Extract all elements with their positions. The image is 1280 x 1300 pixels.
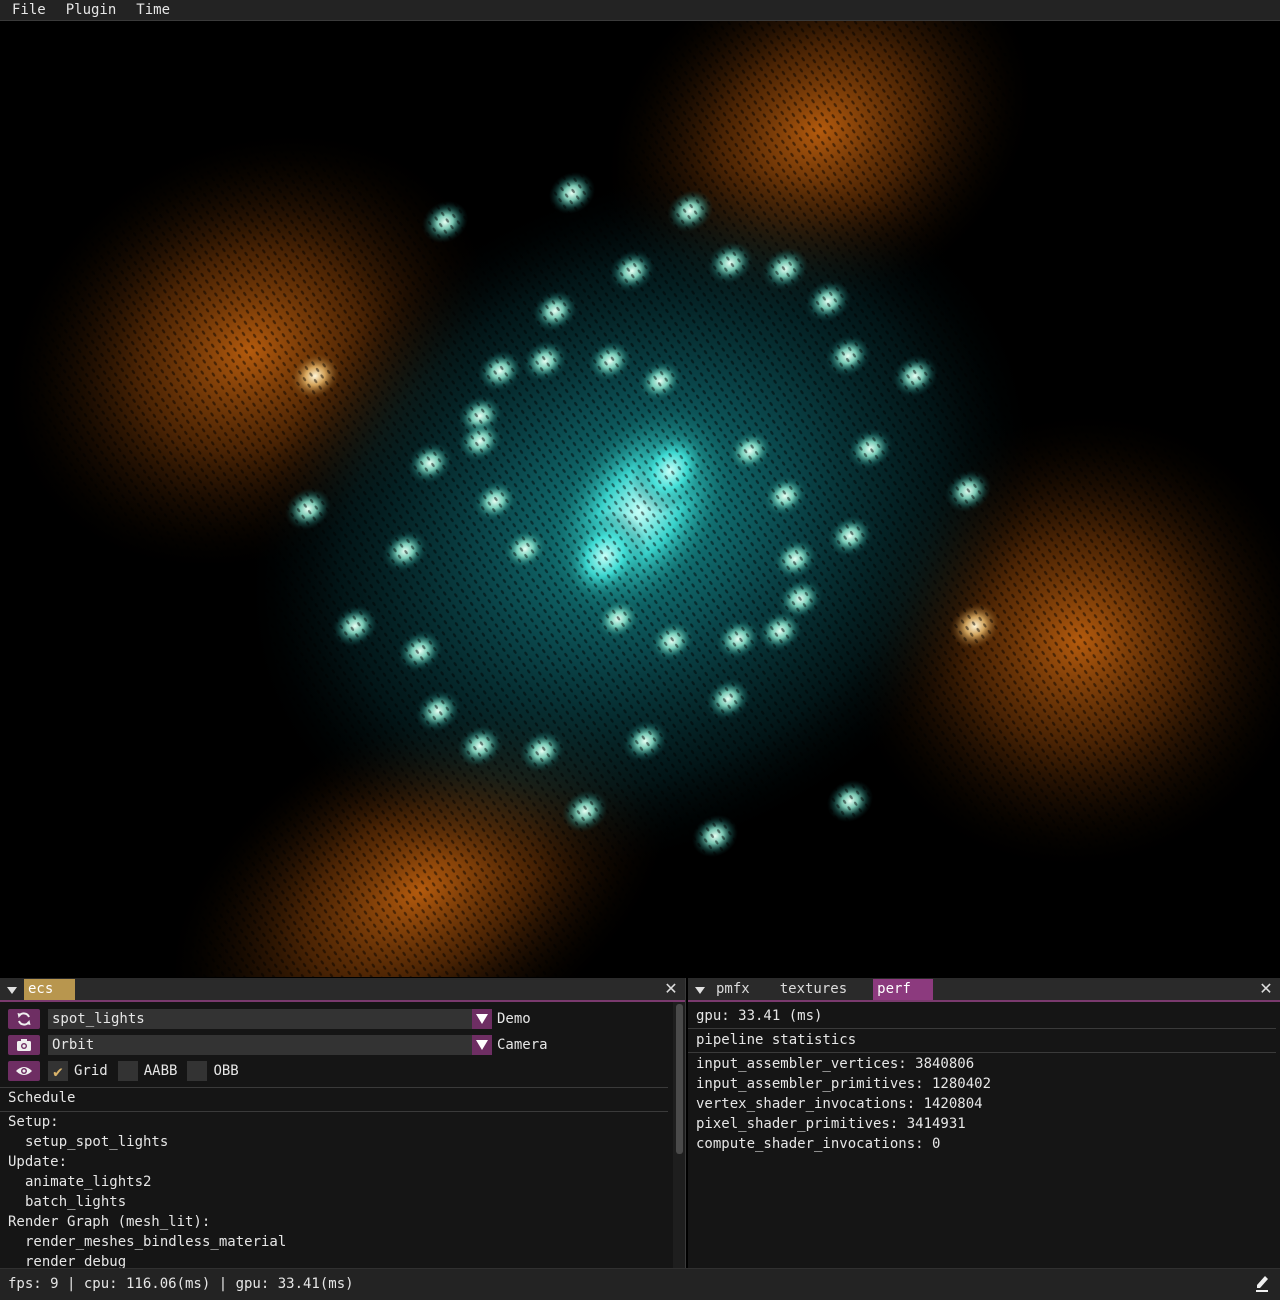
demo-select[interactable]: spot_lights xyxy=(48,1009,492,1029)
ecs-panel: ecs ✕ spot_lights Demo Orbit Camera ✔ Gr… xyxy=(0,978,686,1268)
grid-label: Grid xyxy=(74,1063,108,1079)
tab-pmfx[interactable]: pmfx xyxy=(712,979,758,1000)
eye-icon[interactable] xyxy=(8,1061,40,1081)
menu-file[interactable]: File xyxy=(0,0,54,21)
obb-checkbox[interactable] xyxy=(187,1061,208,1081)
divider xyxy=(0,1111,668,1112)
tab-ecs[interactable]: ecs xyxy=(24,979,76,1000)
schedule-header[interactable]: Schedule xyxy=(8,1088,75,1108)
demo-row: spot_lights Demo xyxy=(8,1009,531,1029)
demo-label: Demo xyxy=(497,1011,531,1027)
divider xyxy=(688,1052,1276,1053)
scrollbar[interactable] xyxy=(673,1002,685,1268)
divider xyxy=(688,1028,1276,1029)
ecs-tabbar: ecs ✕ xyxy=(0,978,685,1002)
chevron-down-icon[interactable] xyxy=(472,1035,492,1055)
collapse-icon[interactable] xyxy=(688,978,712,1000)
ecs-body: spot_lights Demo Orbit Camera ✔ Grid AAB xyxy=(0,1002,670,1268)
chevron-down-icon[interactable] xyxy=(472,1009,492,1029)
schedule-system: animate_lights2 xyxy=(25,1174,152,1190)
schedule-system: render_debug xyxy=(25,1254,127,1268)
camera-select[interactable]: Orbit xyxy=(48,1035,492,1055)
collapse-icon[interactable] xyxy=(0,978,24,1000)
schedule-system: render_meshes_bindless_material xyxy=(25,1234,287,1250)
scene-render xyxy=(0,21,1280,977)
camera-label: Camera xyxy=(497,1037,548,1053)
pipeline-stat: compute_shader_invocations: 0 xyxy=(696,1136,941,1152)
status-bar: fps: 9 | cpu: 116.06(ms) | gpu: 33.41(ms… xyxy=(0,1268,1280,1300)
scrollbar-thumb[interactable] xyxy=(676,1004,683,1154)
pipeline-header[interactable]: pipeline statistics xyxy=(696,1030,856,1050)
perf-tabbar: pmfx textures perf ✕ xyxy=(688,978,1280,1002)
render-viewport[interactable] xyxy=(0,21,1280,977)
pipeline-stat: vertex_shader_invocations: 1420804 xyxy=(696,1096,983,1112)
aabb-label: AABB xyxy=(143,1063,178,1079)
schedule-stage: Update: xyxy=(8,1154,68,1170)
schedule-stage: Render Graph (mesh_lit): xyxy=(8,1214,211,1230)
menu-plugin[interactable]: Plugin xyxy=(54,0,125,21)
camera-select-value: Orbit xyxy=(52,1037,95,1053)
divider xyxy=(0,1087,668,1088)
tab-textures[interactable]: textures xyxy=(776,979,855,1000)
camera-row: Orbit Camera xyxy=(8,1035,548,1055)
aabb-checkbox[interactable] xyxy=(117,1061,138,1081)
pipeline-stat: input_assembler_primitives: 1280402 xyxy=(696,1076,992,1092)
pen-icon[interactable] xyxy=(1254,1274,1270,1294)
gpu-time: gpu: 33.41 (ms) xyxy=(696,1008,823,1024)
schedule-stage: Setup: xyxy=(8,1114,59,1130)
close-icon[interactable]: ✕ xyxy=(663,980,679,998)
obb-label: OBB xyxy=(213,1063,239,1079)
menu-time[interactable]: Time xyxy=(124,0,178,21)
status-text: fps: 9 | cpu: 116.06(ms) | gpu: 33.41(ms… xyxy=(8,1276,354,1292)
schedule-system: batch_lights xyxy=(25,1194,127,1210)
close-icon[interactable]: ✕ xyxy=(1258,980,1274,998)
demo-select-value: spot_lights xyxy=(52,1011,145,1027)
menu-bar: File Plugin Time xyxy=(0,0,1280,21)
grid-checkbox[interactable]: ✔ xyxy=(48,1061,68,1081)
schedule-system: setup_spot_lights xyxy=(25,1134,169,1150)
visibility-row: ✔ Grid AABB OBB xyxy=(8,1061,241,1081)
tab-perf[interactable]: perf xyxy=(873,979,933,1000)
perf-panel: pmfx textures perf ✕ gpu: 33.41 (ms) pip… xyxy=(688,978,1280,1268)
pipeline-stat: pixel_shader_primitives: 3414931 xyxy=(696,1116,966,1132)
pipeline-stat: input_assembler_vertices: 3840806 xyxy=(696,1056,975,1072)
camera-icon[interactable] xyxy=(8,1035,40,1055)
refresh-icon[interactable] xyxy=(8,1009,40,1029)
